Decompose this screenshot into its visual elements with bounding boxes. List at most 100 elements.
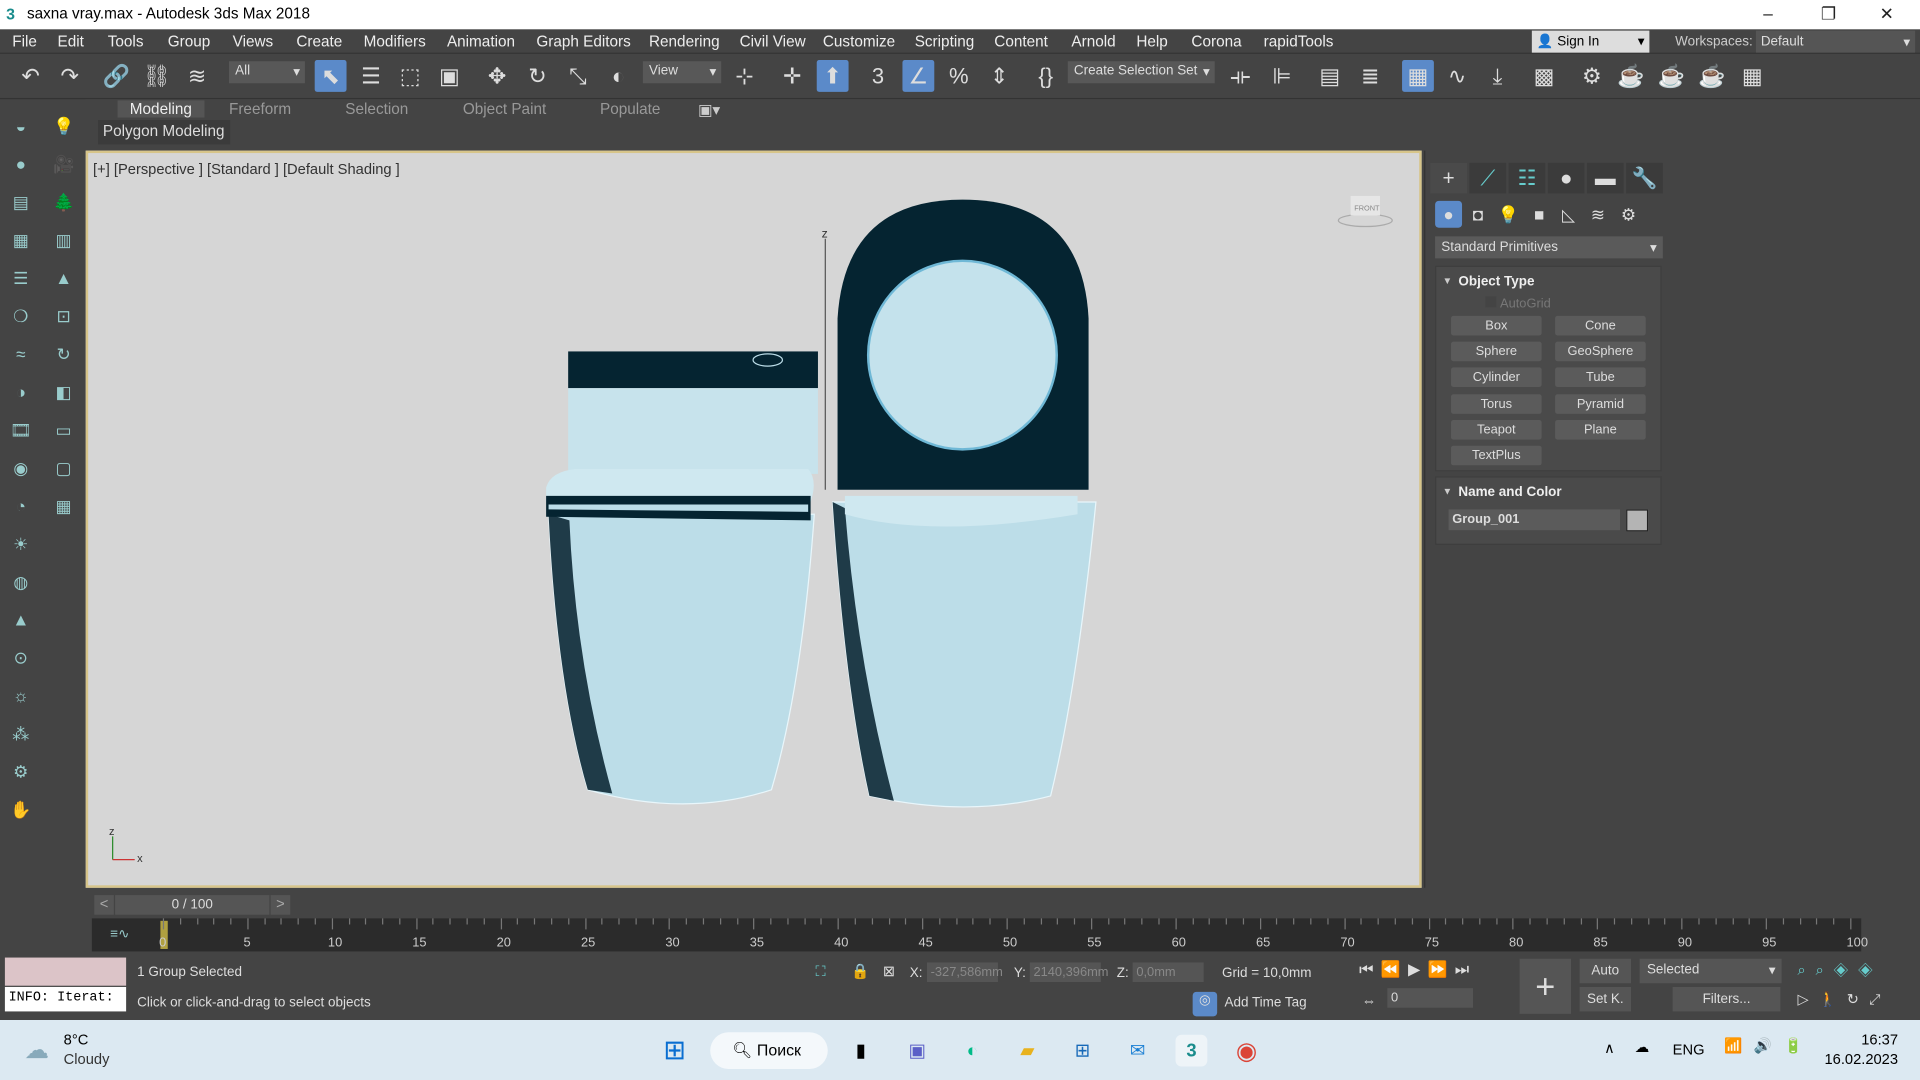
- tab-selection[interactable]: Selection: [345, 100, 408, 117]
- add-time-tag[interactable]: Add Time Tag: [1224, 996, 1306, 1011]
- input-language[interactable]: ENG: [1673, 1041, 1705, 1058]
- create-teapot-button[interactable]: Teapot: [1451, 419, 1542, 440]
- move-icon[interactable]: ✥: [481, 60, 513, 92]
- prev-frame-icon[interactable]: ⏪: [1381, 960, 1408, 978]
- sign-in-dropdown[interactable]: 👤 Sign In ▾: [1531, 30, 1650, 53]
- wave-icon[interactable]: ≈: [7, 340, 34, 367]
- name-and-color-title[interactable]: Name and Color: [1458, 485, 1561, 500]
- square-icon[interactable]: ▭: [50, 416, 77, 443]
- render-online-icon[interactable]: ▦: [1736, 60, 1768, 92]
- tab-freeform[interactable]: Freeform: [229, 100, 291, 117]
- unlink-icon[interactable]: ⛓: [141, 60, 173, 92]
- orbit-icon[interactable]: ↻: [1847, 991, 1869, 1008]
- x-coordinate-input[interactable]: -327,586mm: [926, 962, 1003, 983]
- percent-snap-icon[interactable]: %: [943, 60, 975, 92]
- cone-icon[interactable]: ▲: [7, 606, 34, 633]
- menu-rapidtools[interactable]: rapidTools: [1264, 33, 1334, 50]
- render-setup-icon[interactable]: ⚙: [1576, 60, 1608, 92]
- toilet-right[interactable]: [831, 199, 1097, 808]
- selection-lock-icon[interactable]: 🔒: [851, 962, 869, 979]
- spot-icon[interactable]: ⊙: [7, 644, 34, 671]
- utilities-wrench-icon[interactable]: 🔧: [1626, 162, 1663, 194]
- shapes-icon[interactable]: ◘: [1464, 201, 1491, 228]
- task-view-icon[interactable]: ▮: [845, 1035, 877, 1067]
- map-icon[interactable]: ☰: [7, 264, 34, 291]
- select-object-icon[interactable]: ⬉: [314, 60, 347, 92]
- reference-coordinate-dropdown[interactable]: View ▾: [642, 61, 722, 84]
- volume-icon[interactable]: 🔊: [1753, 1037, 1771, 1054]
- create-cone-button[interactable]: Cone: [1555, 315, 1646, 336]
- time-slider-prev[interactable]: <: [94, 895, 114, 915]
- wifi-icon[interactable]: 📶: [1724, 1037, 1742, 1054]
- clock-time[interactable]: 16:37: [1861, 1031, 1898, 1048]
- maxscript-listener-pink[interactable]: [4, 957, 127, 986]
- terrain-icon[interactable]: ▲: [50, 264, 77, 291]
- viewport-nav-controls-2[interactable]: ▷🚶↻⤢: [1798, 991, 1891, 1009]
- redo-icon[interactable]: ↷: [54, 60, 86, 92]
- create-torus-button[interactable]: Torus: [1451, 393, 1542, 414]
- cameras-icon[interactable]: ■: [1526, 201, 1553, 228]
- play-icon[interactable]: ▶: [1408, 960, 1428, 978]
- tab-modeling[interactable]: Modeling: [117, 100, 205, 118]
- menu-civil-view[interactable]: Civil View: [740, 33, 806, 50]
- zoom-all-icon[interactable]: ⌕: [1816, 961, 1834, 978]
- spinner-snap-icon[interactable]: ⇕: [983, 60, 1015, 92]
- file-explorer-icon[interactable]: ▰: [1011, 1035, 1043, 1067]
- create-tab-plus-icon[interactable]: +: [1430, 162, 1467, 194]
- particles-icon[interactable]: ⁂: [7, 720, 34, 747]
- battery-icon[interactable]: 🔋: [1784, 1037, 1802, 1054]
- scene-explorer-icon[interactable]: ▤: [1314, 60, 1346, 92]
- object-type-title[interactable]: Object Type: [1458, 274, 1534, 289]
- ribbon-options-icon[interactable]: ▣▾: [698, 100, 720, 119]
- menu-customize[interactable]: Customize: [823, 33, 895, 50]
- show-hidden-icons-chevron-icon[interactable]: ∧: [1604, 1040, 1615, 1057]
- zoom-icon[interactable]: ⌕: [1798, 961, 1816, 978]
- rectangle-selection-icon[interactable]: ⬚: [394, 60, 426, 92]
- light-icon[interactable]: 💡: [50, 113, 77, 140]
- auto-key-button[interactable]: Auto: [1579, 958, 1632, 984]
- box-icon[interactable]: ▤: [7, 189, 34, 216]
- curve-editor-icon[interactable]: ∿: [1441, 60, 1473, 92]
- pivot-icon[interactable]: ⊹: [729, 60, 761, 92]
- menu-tools[interactable]: Tools: [108, 33, 144, 50]
- hand-icon[interactable]: ✋: [7, 796, 34, 823]
- weather-temp[interactable]: 8°C: [64, 1031, 89, 1048]
- align-icon[interactable]: ⊡: [50, 302, 77, 329]
- menu-rendering[interactable]: Rendering: [649, 33, 720, 50]
- lights-icon[interactable]: 💡: [1495, 201, 1522, 228]
- snaps-toggle-icon[interactable]: 3: [862, 60, 894, 92]
- sphere-gold-icon[interactable]: ☀: [7, 530, 34, 557]
- maxscript-output[interactable]: INFO: Iterat:: [4, 986, 127, 1012]
- create-tube-button[interactable]: Tube: [1555, 367, 1646, 388]
- menu-help[interactable]: Help: [1136, 33, 1167, 50]
- rendered-frame-icon[interactable]: ☕: [1615, 60, 1647, 92]
- selection-filter-dropdown[interactable]: All ▾: [228, 61, 305, 84]
- motion-tab-icon[interactable]: ●: [1547, 162, 1585, 194]
- filters-button[interactable]: Filters...: [1672, 986, 1781, 1012]
- curve-editor-icon[interactable]: ≡∿: [110, 926, 129, 942]
- menu-content[interactable]: Content: [994, 33, 1048, 50]
- manipulate-icon[interactable]: ✛: [776, 60, 808, 92]
- mail-icon[interactable]: ✉: [1122, 1035, 1154, 1067]
- schematic-view-icon[interactable]: ⤓: [1482, 60, 1514, 92]
- go-to-end-icon[interactable]: ⏭: [1455, 960, 1477, 978]
- menu-arnold[interactable]: Arnold: [1071, 33, 1115, 50]
- z-coordinate-input[interactable]: 0,0mm: [1132, 962, 1204, 983]
- grid-icon[interactable]: ▦: [50, 492, 77, 519]
- create-box-button[interactable]: Box: [1451, 315, 1542, 336]
- gear-icon[interactable]: ⚙: [7, 758, 34, 785]
- object-name-input[interactable]: Group_001: [1448, 509, 1621, 531]
- systems-icon[interactable]: ⚙: [1615, 201, 1642, 228]
- material-icon[interactable]: ◉: [7, 454, 34, 481]
- time-tag-icon[interactable]: ◎: [1192, 991, 1218, 1017]
- primitive-category-dropdown[interactable]: Standard Primitives ▾: [1435, 236, 1663, 259]
- render-active-icon[interactable]: ☕: [1696, 60, 1728, 92]
- material-editor-icon[interactable]: ▩: [1528, 60, 1560, 92]
- view-cube[interactable]: FRONT: [1337, 195, 1393, 228]
- menu-edit[interactable]: Edit: [58, 33, 84, 50]
- link-icon[interactable]: 🔗: [100, 60, 132, 92]
- mirror-icon[interactable]: ⟛: [1224, 60, 1256, 92]
- select-by-name-icon[interactable]: ☰: [355, 60, 387, 92]
- vase-icon[interactable]: ◍: [7, 568, 34, 595]
- key-filter-dropdown[interactable]: Selected ▾: [1639, 958, 1782, 984]
